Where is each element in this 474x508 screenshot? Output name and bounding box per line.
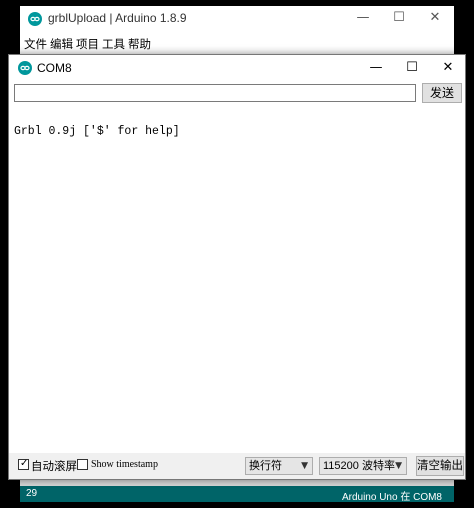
ide-minimize-button[interactable]: — [346, 6, 380, 30]
chevron-down-icon: ▼ [395, 461, 402, 471]
serial-bottom-bar: ✓ 自动滚屏 Show timestamp 换行符 ▼ 115200 波特率 ▼… [9, 453, 465, 479]
autoscroll-checkbox[interactable]: ✓ [18, 458, 29, 470]
serial-monitor-title: COM8 [37, 61, 72, 75]
checkbox-icon: ✓ [20, 458, 29, 469]
line-number: 29 [26, 488, 38, 499]
line-ending-select[interactable]: 换行符 ▼ [245, 457, 313, 475]
maximize-button[interactable]: ☐ [395, 56, 429, 80]
menu-help[interactable]: 帮助 [128, 36, 151, 52]
send-input[interactable] [14, 84, 416, 102]
autoscroll-label: 自动滚屏 [31, 461, 77, 473]
send-button[interactable]: 发送 [422, 83, 462, 103]
ide-menubar: 文件 编辑 项目 工具 帮助 [20, 32, 454, 54]
chevron-down-icon: ▼ [301, 461, 308, 471]
ide-statusbar: 29 Arduino Uno 在 COM8 [20, 486, 454, 503]
baud-rate-value: 115200 波特率 [323, 460, 395, 472]
baud-rate-select[interactable]: 115200 波特率 ▼ [319, 457, 407, 475]
timestamp-checkbox[interactable] [77, 459, 88, 470]
menu-sketch[interactable]: 项目 [76, 36, 99, 52]
board-port-status: Arduino Uno 在 COM8 [341, 492, 442, 503]
clear-output-button[interactable]: 清空输出 [416, 456, 464, 476]
ide-maximize-button[interactable]: ☐ [382, 6, 416, 30]
menu-file[interactable]: 文件 [24, 36, 47, 52]
ide-titlebar[interactable]: grblUpload | Arduino 1.8.9 — ☐ ✕ [20, 6, 454, 32]
ide-close-button[interactable]: ✕ [418, 6, 452, 30]
serial-monitor-titlebar[interactable]: COM8 — ☐ ✕ [9, 55, 465, 81]
close-button[interactable]: ✕ [431, 56, 465, 80]
arduino-logo-icon [28, 12, 42, 26]
timestamp-label: Show timestamp [91, 459, 158, 470]
ide-window-title: grblUpload | Arduino 1.8.9 [48, 11, 187, 25]
menu-tools[interactable]: 工具 [102, 36, 125, 52]
serial-output-line: Grbl 0.9j ['$' for help] [14, 125, 180, 138]
serial-monitor-window: COM8 — ☐ ✕ 发送 Grbl 0.9j ['$' for help] ✓… [8, 54, 466, 480]
line-ending-value: 换行符 [249, 460, 282, 472]
minimize-button[interactable]: — [359, 56, 393, 80]
send-row: 发送 [9, 81, 465, 105]
arduino-logo-icon [18, 61, 32, 75]
serial-output-area[interactable]: Grbl 0.9j ['$' for help] [9, 105, 465, 451]
menu-edit[interactable]: 编辑 [50, 36, 73, 52]
